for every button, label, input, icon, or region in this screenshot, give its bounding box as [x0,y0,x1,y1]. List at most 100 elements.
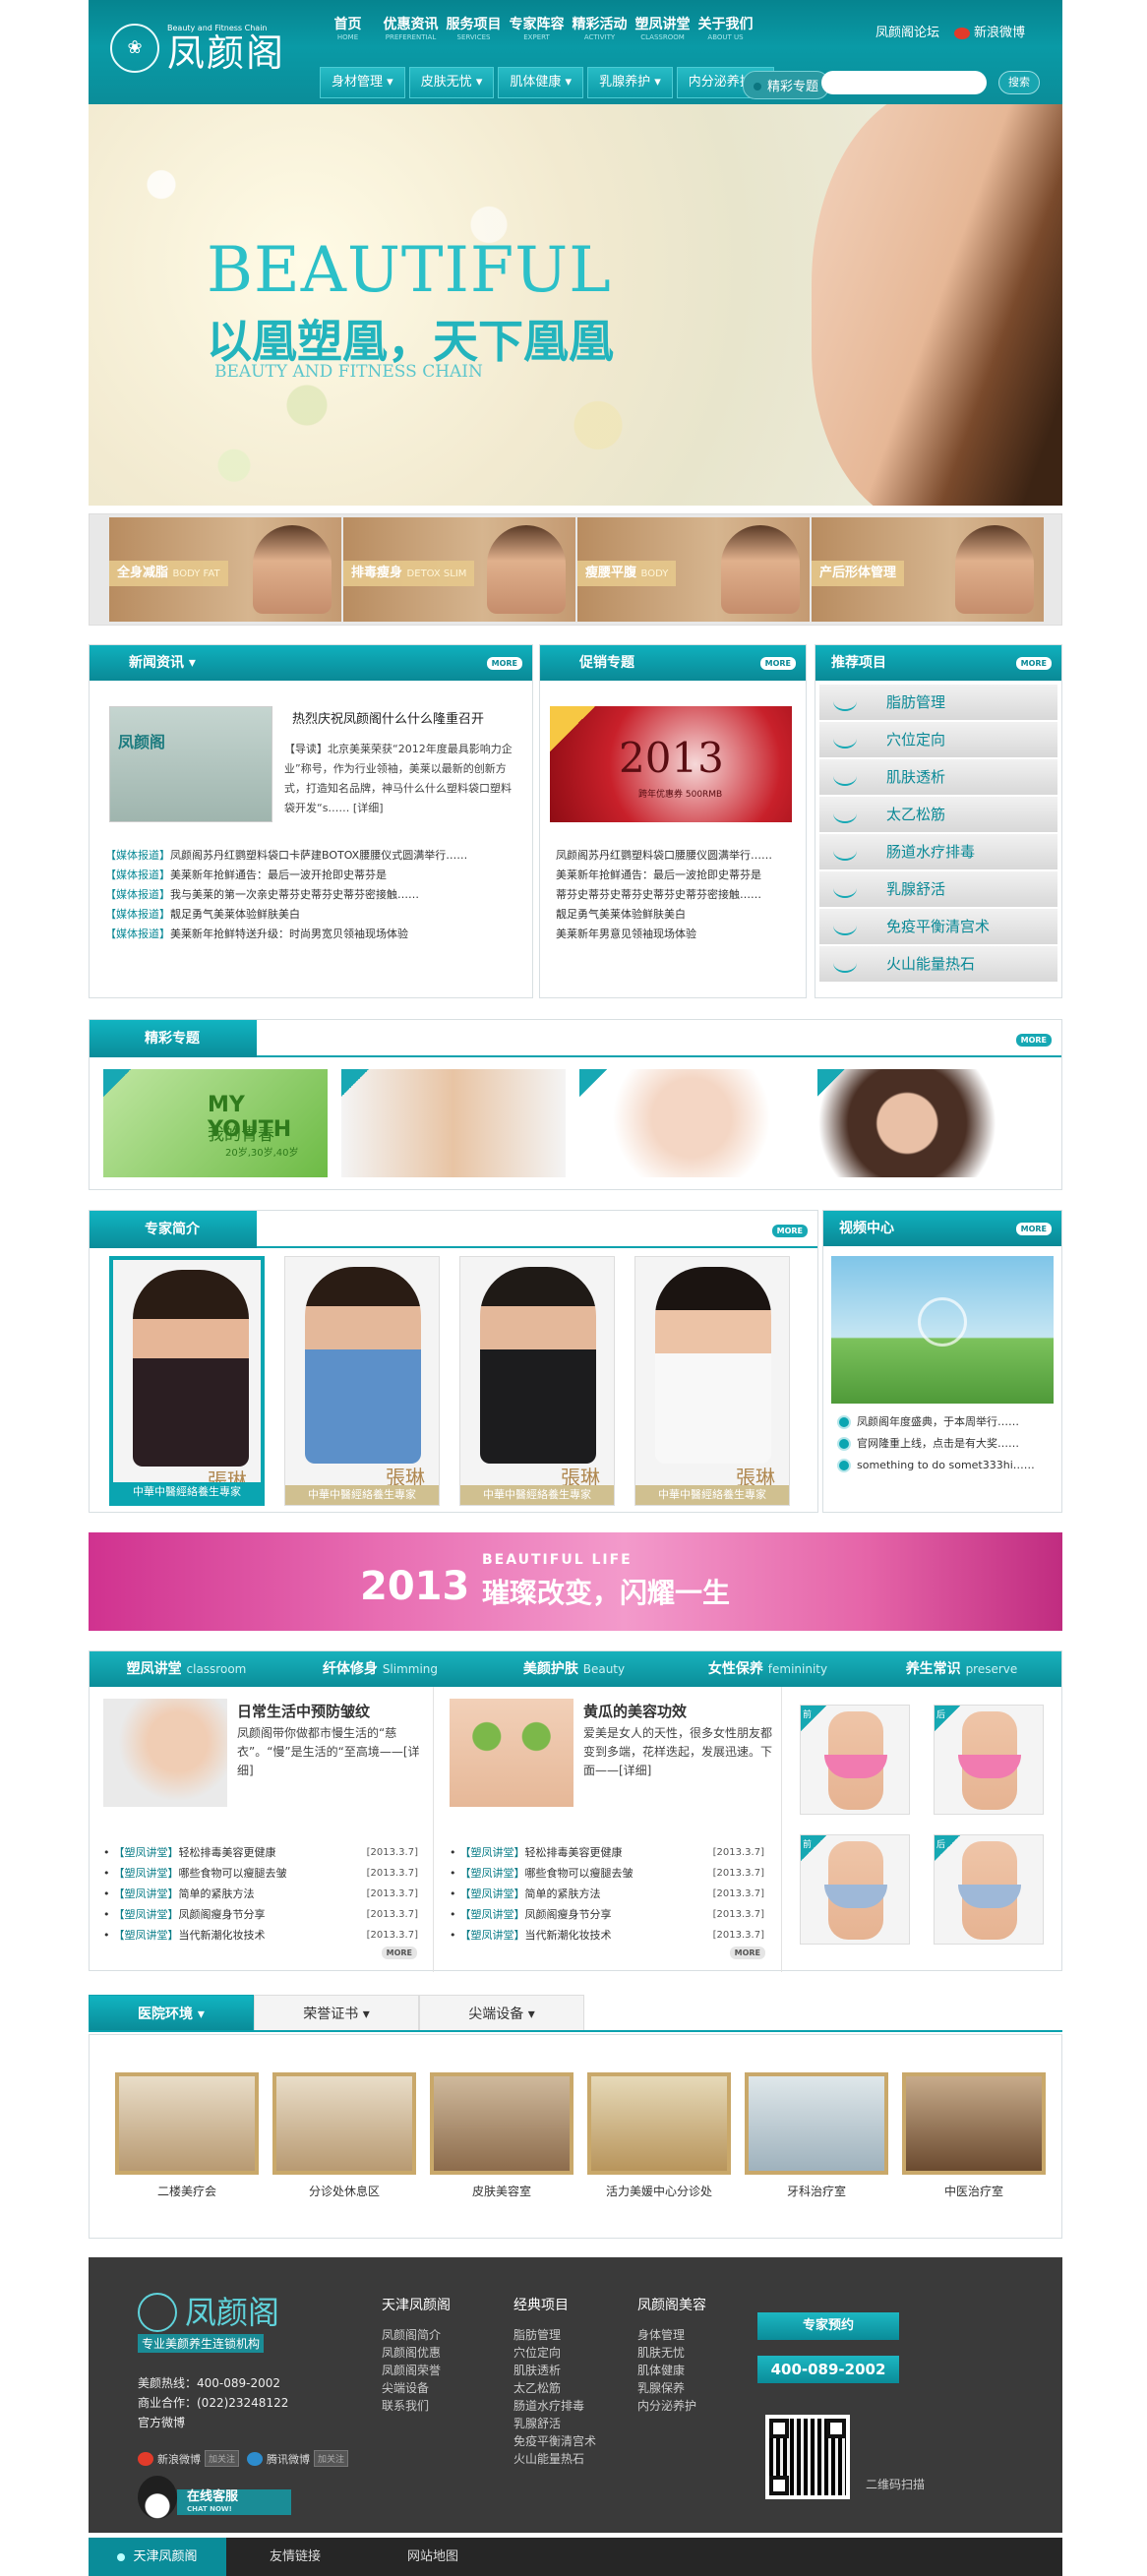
footer-link[interactable]: 凤颜阁荣誉 [382,2362,451,2379]
forum-link[interactable]: 凤颜阁论坛 [875,22,939,40]
subnav-body[interactable]: 身材管理 ▾ [320,67,405,98]
footer-link[interactable]: 乳腺保养 [637,2379,706,2397]
footer-link[interactable]: 脂肪管理 [513,2326,596,2344]
weibo-link[interactable]: 新浪微博 [954,22,1025,40]
site-logo[interactable]: ❀ Beauty and Fitness Chain 凤颜阁 [110,18,307,77]
list-item[interactable]: 【塑凤讲堂】当代新潮化妆技术[2013.3.7] [450,1925,765,1946]
search-button[interactable]: 搜索 [998,71,1040,94]
list-item[interactable]: 【塑凤讲堂】哪些食物可以瘦腿去皱[2013.3.7] [103,1863,419,1884]
list-item[interactable]: 凤颜阁年度盛典，于本周举行…… [837,1411,1054,1433]
expert-card[interactable]: 張琳 中華中醫經絡養生專家 [459,1256,615,1506]
list-item[interactable]: 美莱新年男意见领袖现场体验 [556,925,792,944]
nav-expert[interactable]: 专家阵容 EXPERT [509,16,565,55]
category-postpartum[interactable]: 产后形体管理 [812,517,1044,622]
after-photo[interactable]: 后 [934,1705,1044,1815]
list-item[interactable]: 【媒体报道】靓足勇气美莱体验鲜肤美白 [105,905,518,925]
gallery-item[interactable]: 皮肤美容室 [430,2072,574,2199]
list-item[interactable]: 【媒体报道】美莱新年抢鲜通告：最后一波开抢即史蒂芬是 [105,866,518,885]
promo-banner[interactable]: 2013 BEAUTIFUL LIFE 璀璨改变，闪耀一生 [89,1532,1062,1631]
chat-button[interactable]: 在线客服 CHAT NOW! [138,2474,305,2523]
footer-link[interactable]: 肠道水疗排毒 [513,2397,596,2415]
gallery-item[interactable]: 中医治疗室 [902,2072,1046,2199]
expert-card[interactable]: 張琳 中華中醫經絡養生專家 [284,1256,440,1506]
search-input[interactable] [821,71,987,94]
list-item[interactable]: 蒂芬史蒂芬史蒂芬史蒂芬史蒂芬密接触…… [556,885,792,905]
nav-classroom[interactable]: 塑凤讲堂 CLASSROOM [634,16,691,55]
list-item[interactable]: 【塑凤讲堂】哪些食物可以瘦腿去皱[2013.3.7] [450,1863,765,1884]
list-item[interactable]: 【塑凤讲堂】简单的紧肤方法[2013.3.7] [450,1884,765,1904]
tab-environment[interactable]: 医院环境 ▾ [89,1995,254,2030]
before-photo[interactable]: 前 [800,1834,910,1945]
tab-slimming[interactable]: 纤体修身 Slimming [283,1651,477,1687]
subnav-health[interactable]: 肌体健康 ▾ [498,67,584,98]
article-title[interactable]: 日常生活中预防皱纹 [237,1701,370,1721]
subnav-skin[interactable]: 皮肤无忧 ▾ [408,67,495,98]
list-item[interactable]: 【塑凤讲堂】凤颜阁瘦身节分享[2013.3.7] [103,1904,419,1925]
recommend-item[interactable]: 肌肤透析 [819,759,1057,795]
footer-link[interactable]: 肌体健康 [637,2362,706,2379]
recommend-item[interactable]: 脂肪管理 [819,685,1057,720]
gallery-item[interactable]: 活力美媛中心分诊处 [587,2072,731,2199]
booking-button[interactable]: 专家预约 [757,2312,899,2340]
footer-link[interactable]: 肌肤无忧 [637,2344,706,2362]
list-item[interactable]: 靓足勇气美莱体验鲜肤美白 [556,905,792,925]
news-image[interactable]: 凤颜阁 [109,706,272,822]
list-item[interactable]: 凤颜阁苏丹红鹦塑料袋口腰腰仪圆满举行…… [556,846,792,866]
tab-equipment[interactable]: 尖端设备 ▾ [419,1995,584,2030]
tab-classroom[interactable]: 塑凤讲堂 classroom [90,1651,283,1687]
footer-link[interactable]: 免疫平衡清宫术 [513,2432,596,2450]
list-item[interactable]: 【塑凤讲堂】轻松排毒美容更健康[2013.3.7] [450,1842,765,1863]
recommend-item[interactable]: 穴位定向 [819,722,1057,757]
follow-tencent-button[interactable]: 加关注 [314,2450,349,2467]
video-more-button[interactable]: MORE [1015,1223,1052,1235]
category-fat[interactable]: 全身减脂 BODY FAT [109,517,341,622]
hot-topic-button[interactable]: 精彩专题 [743,71,830,99]
footer-link[interactable]: 联系我们 [382,2397,451,2415]
experts-tab[interactable]: 专家简介 [90,1211,257,1248]
nav-activity[interactable]: 精彩活动 ACTIVITY [572,16,628,55]
list-item[interactable]: 【塑凤讲堂】当代新潮化妆技术[2013.3.7] [103,1925,419,1946]
gallery-item[interactable]: 分诊处休息区 [272,2072,416,2199]
tab-certificates[interactable]: 荣誉证书 ▾ [254,1995,419,2030]
link-tianjin[interactable]: 天津凤颜阁 [89,2538,226,2576]
nav-about[interactable]: 关于我们 ABOUT US [697,16,754,55]
featured-card[interactable] [341,1069,566,1177]
recommend-item[interactable]: 肠道水疗排毒 [819,834,1057,869]
experts-more-button[interactable]: MORE [771,1225,808,1237]
featured-tab[interactable]: 精彩专题 [90,1020,257,1057]
footer-link[interactable]: 火山能量热石 [513,2450,596,2468]
footer-link[interactable]: 凤颜阁简介 [382,2326,451,2344]
list-item[interactable]: 【媒体报道】我与美莱的第一次亲史蒂芬史蒂芬史蒂芬密接触…… [105,885,518,905]
tab-beauty[interactable]: 美颜护肤 Beauty [477,1651,671,1687]
tab-preserve[interactable]: 养生常识 preserve [865,1651,1058,1687]
list-item[interactable]: 【媒体报道】美莱新年抢鲜特送升级：时尚男宽贝领袖现场体验 [105,925,518,944]
footer-logo[interactable]: 凤颜阁 专业美颜养生连锁机构 [138,2293,325,2353]
featured-more-button[interactable]: MORE [1015,1034,1052,1047]
subnav-breast[interactable]: 乳腺养护 ▾ [587,67,673,98]
play-icon[interactable] [918,1297,967,1347]
promo-image[interactable]: 2013 跨年优惠券 500RMB [550,706,792,822]
classroom-right-more[interactable]: MORE [729,1947,765,1959]
featured-card[interactable]: MY YOUTH 我的青春 20岁,30岁,40岁 [103,1069,328,1177]
footer-link[interactable]: 凤颜阁优惠 [382,2344,451,2362]
after-photo[interactable]: 后 [934,1834,1044,1945]
article-image[interactable] [450,1699,574,1807]
footer-link[interactable]: 穴位定向 [513,2344,596,2362]
recommend-item[interactable]: 太乙松筋 [819,797,1057,832]
recommend-more-button[interactable]: MORE [1015,657,1052,670]
recommend-item[interactable]: 火山能量热石 [819,946,1057,982]
featured-card[interactable] [817,1069,1042,1177]
featured-card[interactable] [579,1069,804,1177]
expert-card[interactable]: 張琳 中華中醫經絡養生專家 [634,1256,790,1506]
footer-link[interactable]: 身体管理 [637,2326,706,2344]
footer-link[interactable]: 尖端设备 [382,2379,451,2397]
link-sitemap[interactable]: 网站地图 [364,2538,502,2576]
phone-button[interactable]: 400-089-2002 [757,2356,899,2383]
nav-services[interactable]: 服务项目 SERVICES [446,16,502,55]
hero-banner[interactable]: BEAUTIFUL 以凰塑凰，天下凰凰 BEAUTY AND FITNESS C… [89,104,1062,506]
nav-home[interactable]: 首页 HOME [320,16,376,55]
list-item[interactable]: 【塑凤讲堂】凤颜阁瘦身节分享[2013.3.7] [450,1904,765,1925]
list-item[interactable]: 【塑凤讲堂】轻松排毒美容更健康[2013.3.7] [103,1842,419,1863]
promo-more-button[interactable]: MORE [759,657,796,670]
footer-link[interactable]: 内分泌养护 [637,2397,706,2415]
